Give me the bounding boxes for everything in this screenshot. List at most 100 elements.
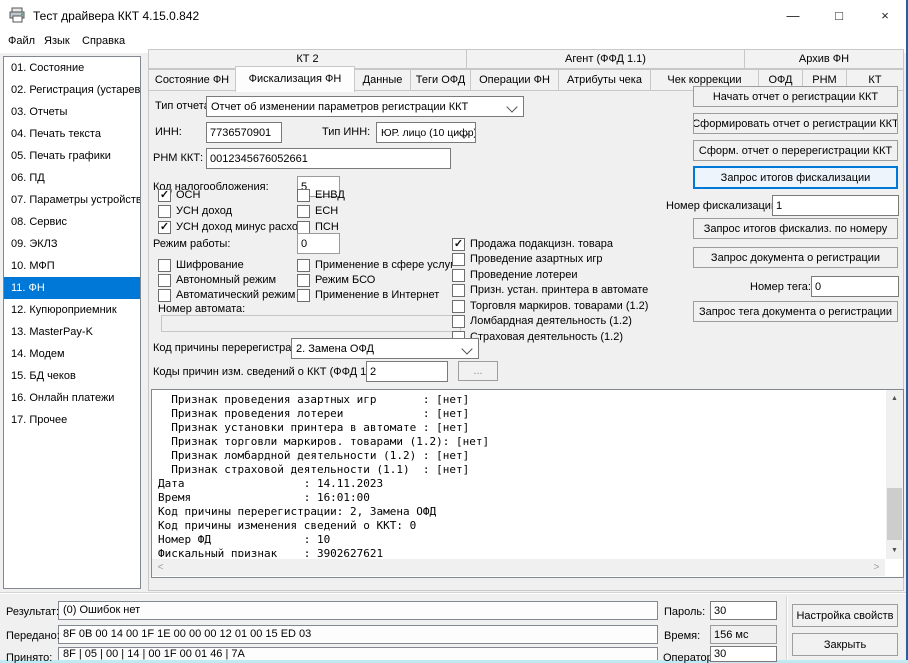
maximize-button[interactable]: □ xyxy=(816,0,862,30)
sidebar-item-eklz[interactable]: 09. ЭКЛЗ xyxy=(4,233,140,255)
registration-document-button[interactable]: Запрос документа о регистрации xyxy=(693,247,898,268)
change-codes-input[interactable] xyxy=(366,361,448,382)
tab-fn-operations[interactable]: Операции ФН xyxy=(470,69,559,91)
checkbox-box-icon xyxy=(297,205,310,218)
tab-fn-check-attrs[interactable]: Атрибуты чека xyxy=(558,69,651,91)
sidebar-item-check-db[interactable]: 15. БД чеков xyxy=(4,365,140,387)
status-vertical-separator xyxy=(786,596,788,660)
scroll-right-icon[interactable]: > xyxy=(868,559,885,576)
password-input[interactable] xyxy=(710,601,777,620)
menu-help[interactable]: Справка xyxy=(76,30,131,52)
checkbox-pawnshop[interactable]: Ломбардная деятельность (1.2) xyxy=(452,314,632,328)
fiscalization-number-label: Номер фискализации: xyxy=(666,200,780,212)
checkbox-osn[interactable]: ✓ОСН xyxy=(158,188,200,202)
checkbox-envd[interactable]: ЕНВД xyxy=(297,188,345,202)
automat-number-input[interactable] xyxy=(161,315,461,332)
checkbox-services[interactable]: Применение в сфере услуг xyxy=(297,258,454,272)
log-horizontal-scrollbar[interactable]: < > xyxy=(152,559,885,576)
checkbox-excise-goods[interactable]: ✓Продажа подакцизн. товара xyxy=(452,237,613,251)
inn-label: ИНН: xyxy=(155,126,182,138)
menu-language[interactable]: Язык xyxy=(38,30,76,52)
form-registration-report-button[interactable]: Сформировать отчет о регистрации ККТ xyxy=(693,113,898,134)
checkbox-esn[interactable]: ЕСН xyxy=(297,204,338,218)
sidebar-item-fn[interactable]: 11. ФН xyxy=(4,277,140,299)
properties-button[interactable]: Настройка свойств xyxy=(792,604,898,627)
rereg-reason-select[interactable]: 2. Замена ОФД xyxy=(291,338,479,359)
close-button[interactable]: × xyxy=(862,0,908,30)
checkbox-encryption[interactable]: Шифрование xyxy=(158,258,244,272)
start-registration-report-button[interactable]: Начать отчет о регистрации ККТ xyxy=(693,86,898,107)
sidebar-item-registration[interactable]: 02. Регистрация (устаревш.) xyxy=(4,79,140,101)
menu-file[interactable]: Файл xyxy=(2,30,41,52)
checkbox-printer-in-automat[interactable]: Призн. устан. принтера в автомате xyxy=(452,283,648,297)
sidebar-item-bill-acceptor[interactable]: 12. Купюроприемник xyxy=(4,299,140,321)
checkbox-box-icon xyxy=(158,289,171,302)
checkbox-box-icon xyxy=(158,274,171,287)
log-vertical-scrollbar[interactable]: ▲ ▼ xyxy=(886,390,903,559)
sidebar-item-state[interactable]: 01. Состояние xyxy=(4,57,140,79)
checkbox-box-icon xyxy=(297,259,310,272)
fiscalization-number-input[interactable] xyxy=(772,195,899,216)
scrollbar-thumb[interactable] xyxy=(887,488,902,540)
checkbox-internet[interactable]: Применение в Интернет xyxy=(297,288,439,302)
operator-input[interactable] xyxy=(710,646,777,662)
sent-label: Передано: xyxy=(6,630,60,642)
sent-field: 8F 0B 00 14 00 1F 1E 00 00 00 12 01 00 1… xyxy=(58,625,658,644)
sidebar-item-mfp[interactable]: 10. МФП xyxy=(4,255,140,277)
minimize-button[interactable]: — xyxy=(770,0,816,30)
inn-type-select[interactable]: ЮР. лицо (10 цифр) xyxy=(376,122,476,143)
fiscalization-results-button[interactable]: Запрос итогов фискализации xyxy=(693,166,898,189)
checkbox-box-icon: ✓ xyxy=(452,238,465,251)
tab-archive-fn[interactable]: Архив ФН xyxy=(744,49,904,69)
checkbox-offline-mode[interactable]: Автономный режим xyxy=(158,273,276,287)
scroll-left-icon[interactable]: < xyxy=(152,559,169,576)
sidebar-item-modem[interactable]: 14. Модем xyxy=(4,343,140,365)
automat-number-label: Номер автомата: xyxy=(158,303,245,315)
sidebar-item-service[interactable]: 08. Сервис xyxy=(4,211,140,233)
app-window: Тест драйвера ККТ 4.15.0.842 — □ × Файл … xyxy=(0,0,908,663)
sidebar-item-print-text[interactable]: 04. Печать текста xyxy=(4,123,140,145)
time-label: Время: xyxy=(664,630,700,642)
sidebar-item-pd[interactable]: 06. ПД xyxy=(4,167,140,189)
tab-fn-fiscalization[interactable]: Фискализация ФН xyxy=(235,66,355,92)
time-field xyxy=(710,625,777,644)
sidebar-item-device-params[interactable]: 07. Параметры устройства xyxy=(4,189,140,211)
sidebar-item-other[interactable]: 17. Прочее xyxy=(4,409,140,431)
rereg-reason-label: Код причины перерегистрации: xyxy=(153,342,313,354)
scroll-up-icon[interactable]: ▲ xyxy=(886,390,903,407)
work-mode-input[interactable] xyxy=(297,233,340,254)
report-type-select[interactable]: Отчет об изменении параметров регистраци… xyxy=(206,96,524,117)
result-field: (0) Ошибок нет xyxy=(58,601,658,620)
checkbox-bso-mode[interactable]: Режим БСО xyxy=(297,273,375,287)
rnm-input[interactable] xyxy=(206,148,451,169)
scroll-down-icon[interactable]: ▼ xyxy=(886,542,903,559)
tab-agent[interactable]: Агент (ФФД 1.1) xyxy=(466,49,745,69)
close-app-button[interactable]: Закрыть xyxy=(792,633,898,656)
tab-fn-ofd-tags[interactable]: Теги ОФД xyxy=(410,69,471,91)
inn-input[interactable] xyxy=(206,122,282,143)
checkbox-gambling[interactable]: Проведение азартных игр xyxy=(452,252,603,266)
checkbox-usn-income-minus[interactable]: ✓УСН доход минус расход xyxy=(158,220,304,234)
checkbox-psn[interactable]: ПСН xyxy=(297,220,339,234)
sidebar-item-masterpay[interactable]: 13. MasterPay-K xyxy=(4,321,140,343)
sidebar-item-online-payments[interactable]: 16. Онлайн платежи xyxy=(4,387,140,409)
checkbox-lottery[interactable]: Проведение лотереи xyxy=(452,268,578,282)
checkbox-automatic-mode[interactable]: Автоматический режим xyxy=(158,288,295,302)
checkbox-marked-goods[interactable]: Торговля маркиров. товарами (1.2) xyxy=(452,299,648,313)
sidebar-item-reports[interactable]: 03. Отчеты xyxy=(4,101,140,123)
change-codes-more-button[interactable]: ... xyxy=(458,361,498,381)
log-text: Признак проведения азартных игр : [нет] … xyxy=(158,393,876,557)
tab-fn-state[interactable]: Состояние ФН xyxy=(148,69,236,91)
checkbox-usn-income[interactable]: УСН доход xyxy=(158,204,232,218)
checkbox-box-icon: ✓ xyxy=(158,189,171,202)
titlebar: Тест драйвера ККТ 4.15.0.842 — □ × xyxy=(0,0,908,30)
fiscalization-by-number-button[interactable]: Запрос итогов фискализ. по номеру xyxy=(693,218,898,239)
registration-document-tag-button[interactable]: Запрос тега документа о регистрации xyxy=(693,301,898,322)
result-label: Результат: xyxy=(6,606,59,618)
tab-fn-data[interactable]: Данные xyxy=(354,69,411,91)
form-reregistration-report-button[interactable]: Сформ. отчет о перерегистрации ККТ xyxy=(693,140,898,161)
operator-label: Оператор: xyxy=(663,652,716,663)
tag-number-input[interactable] xyxy=(811,276,899,297)
sidebar-item-print-graphics[interactable]: 05. Печать графики xyxy=(4,145,140,167)
change-codes-label: Коды причин изм. сведений о ККТ (ФФД 1.1… xyxy=(153,366,382,378)
